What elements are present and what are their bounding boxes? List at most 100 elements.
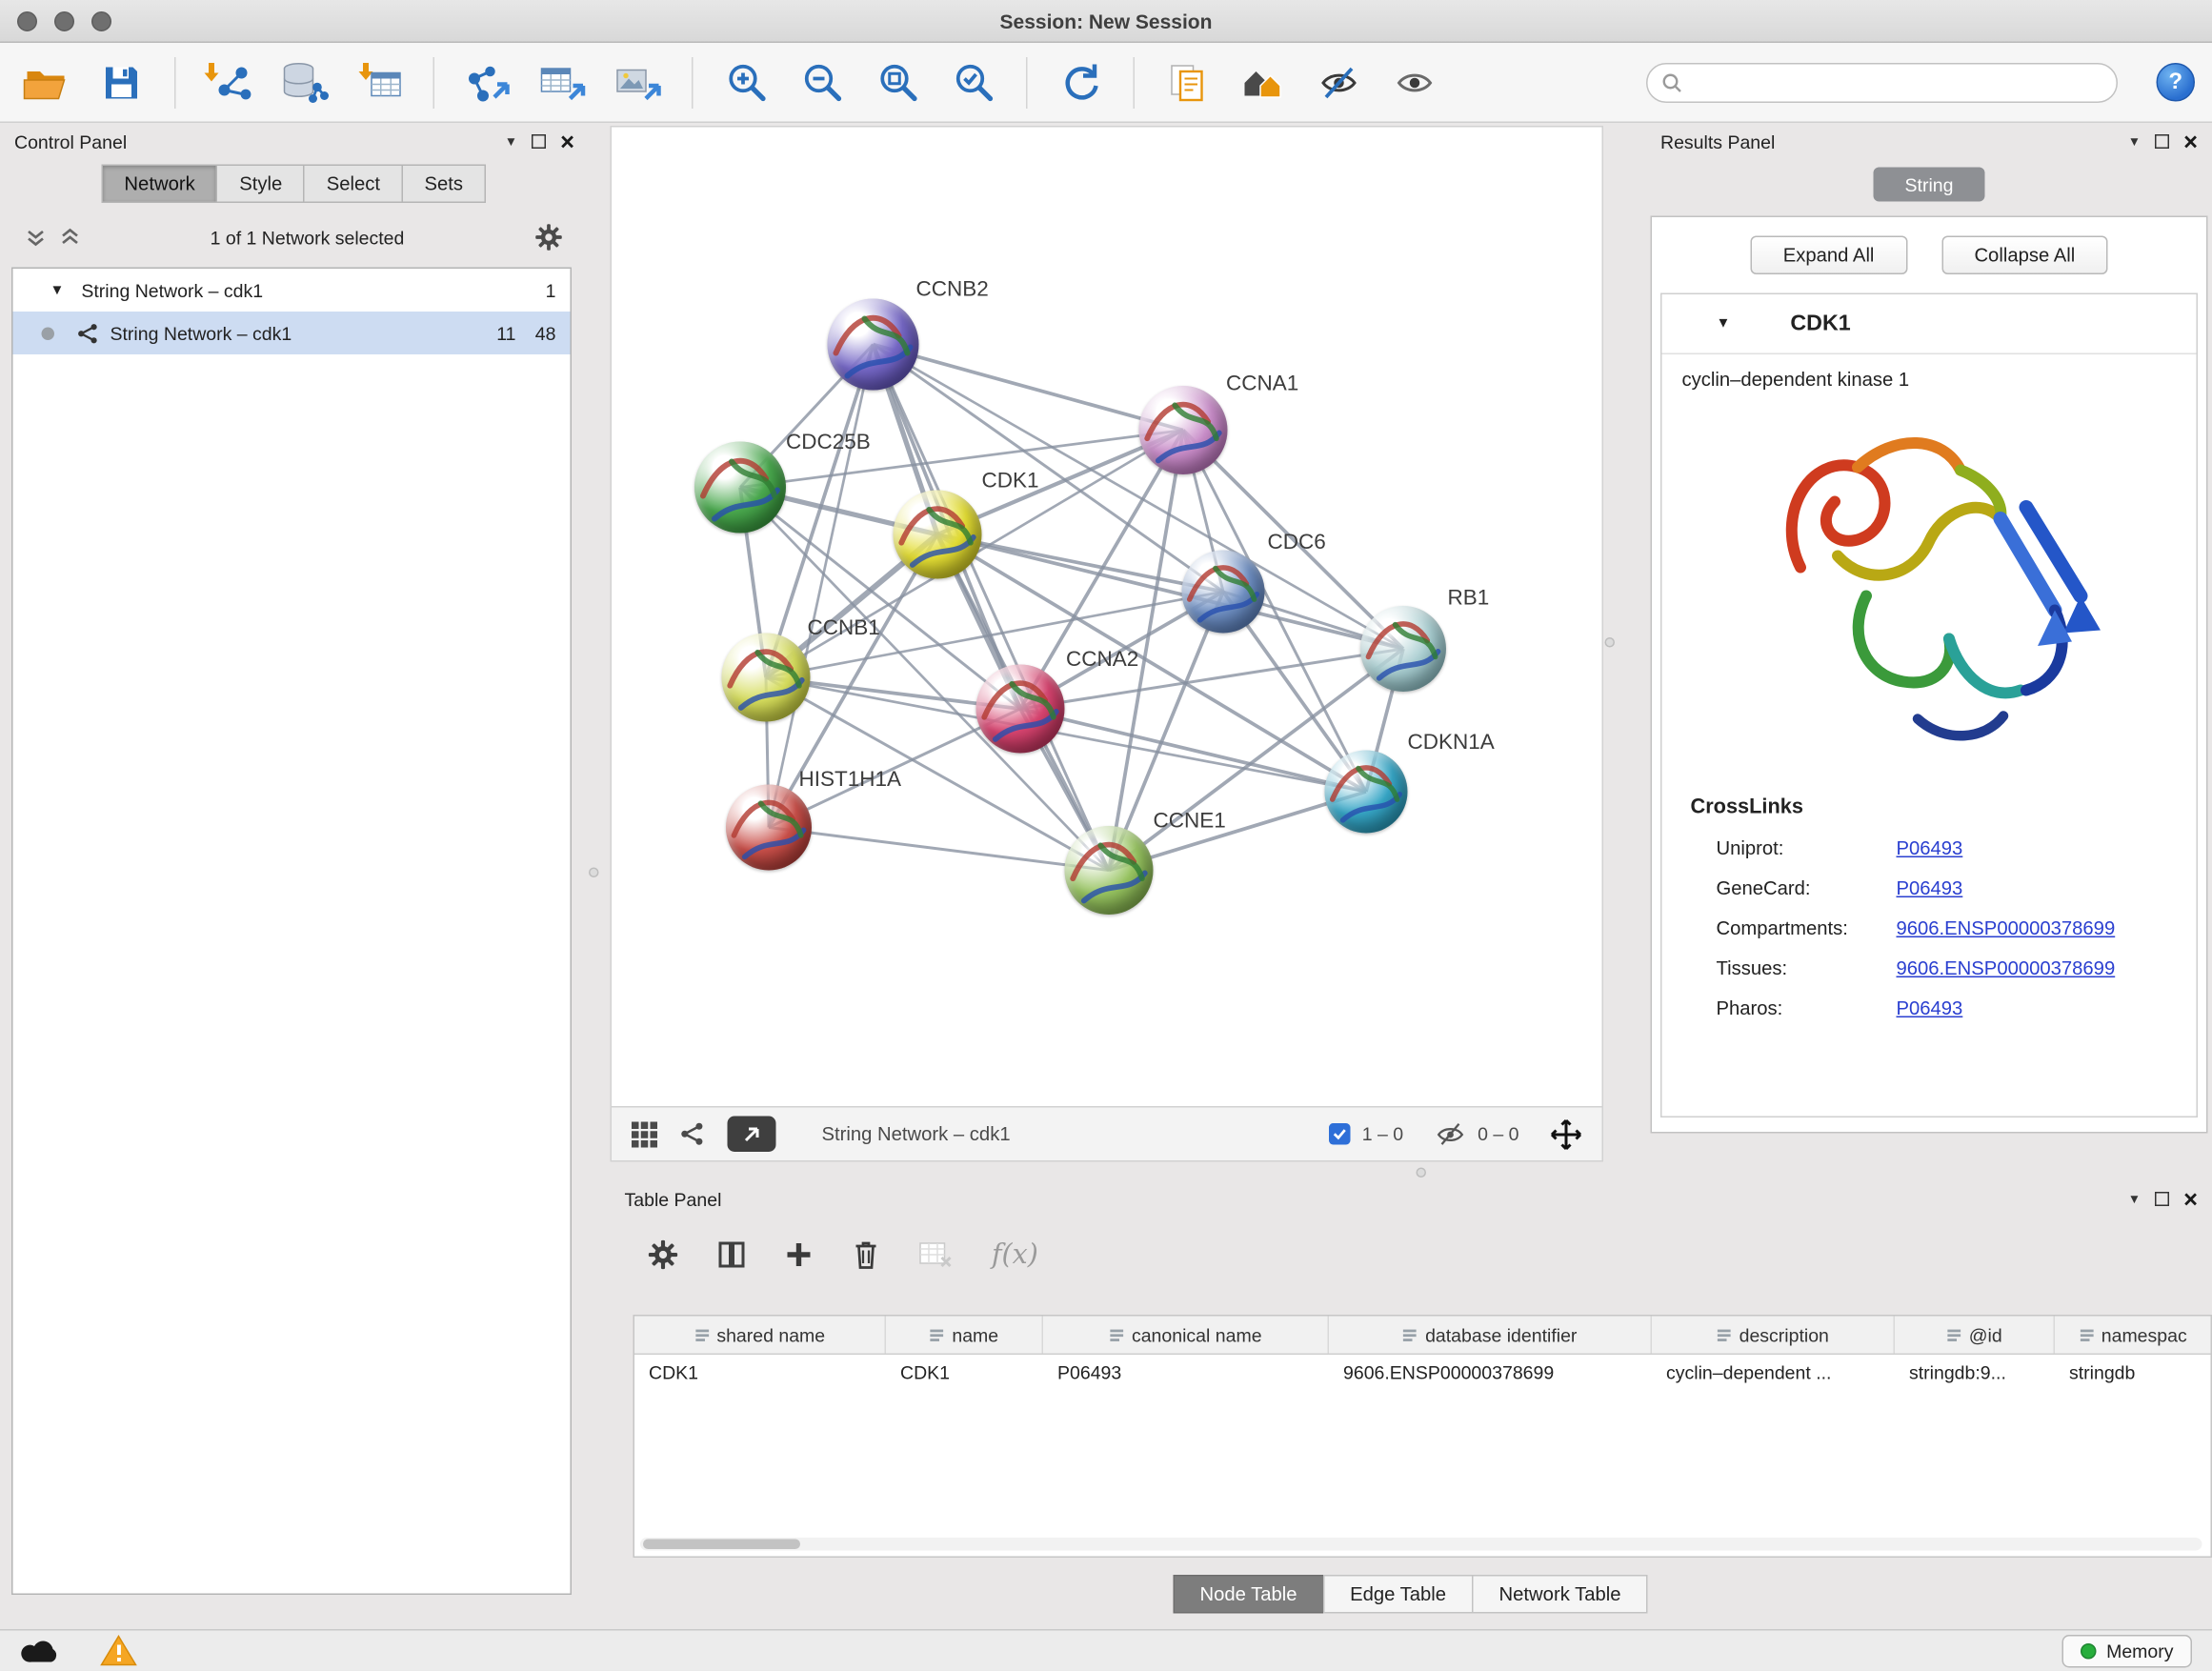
network-node-ccna2[interactable] (976, 665, 1065, 754)
export-table-button[interactable] (534, 53, 592, 111)
expand-all-icon[interactable] (60, 228, 80, 248)
network-node-cdc6[interactable] (1182, 551, 1265, 634)
show-details-button[interactable] (1386, 53, 1443, 111)
network-node-cdc25b[interactable] (694, 442, 786, 534)
home-button[interactable] (1235, 53, 1292, 111)
open-session-button[interactable] (17, 53, 74, 111)
splitter-handle[interactable] (1605, 637, 1616, 648)
column-header-namespac[interactable]: namespac (2055, 1317, 2211, 1354)
panel-menu-icon[interactable]: ▼ (505, 135, 517, 149)
crosslink-tissues-link[interactable]: 9606.ENSP00000378699 (1897, 957, 2116, 979)
tab-network[interactable]: Network (101, 165, 217, 204)
crosslink-uniprot-link[interactable]: P06493 (1897, 837, 1963, 859)
network-node-ccna1[interactable] (1139, 386, 1228, 474)
column-header-name[interactable]: name (886, 1317, 1043, 1354)
network-node-cdk1[interactable] (894, 491, 982, 579)
grid-view-icon[interactable] (632, 1121, 657, 1147)
table-settings-gear-icon[interactable] (648, 1239, 679, 1271)
tab-string[interactable]: String (1874, 168, 1985, 202)
network-node-cdkn1a[interactable] (1325, 751, 1408, 834)
memory-button[interactable]: Memory (2062, 1635, 2192, 1668)
table-cell[interactable]: CDK1 (634, 1355, 886, 1392)
search-input[interactable] (1691, 71, 2102, 93)
network-node-ccnb1[interactable] (722, 634, 811, 722)
collapse-all-icon[interactable] (26, 228, 46, 248)
tab-select[interactable]: Select (304, 165, 403, 204)
warning-icon[interactable] (100, 1635, 137, 1666)
network-tree-item[interactable]: String Network – cdk1 11 48 (13, 312, 571, 354)
network-node-ccnb2[interactable] (828, 299, 919, 391)
table-cell[interactable]: CDK1 (886, 1355, 1043, 1392)
network-node-hist1h1a[interactable] (726, 785, 812, 871)
expand-all-button[interactable]: Expand All (1750, 236, 1907, 275)
splitter-handle[interactable] (1417, 1168, 1427, 1178)
tab-edge-table[interactable]: Edge Table (1323, 1575, 1474, 1614)
export-image-button[interactable] (611, 53, 668, 111)
panel-close-icon[interactable]: × (2183, 130, 2198, 154)
save-session-button[interactable] (93, 53, 151, 111)
horizontal-scrollbar[interactable] (640, 1538, 2202, 1551)
table-cell[interactable]: stringdb (2055, 1355, 2211, 1392)
crosslink-compartments-link[interactable]: 9606.ENSP00000378699 (1897, 917, 2116, 939)
close-window-button[interactable] (17, 11, 37, 31)
panel-float-icon[interactable] (532, 134, 546, 149)
collapse-all-button[interactable]: Collapse All (1941, 236, 2108, 275)
network-canvas[interactable]: CCNB2CCNA1CDC25BCDK1CDC6RB1CCNB1CCNA2CDK… (611, 126, 1604, 1108)
zoom-window-button[interactable] (91, 11, 111, 31)
crosslink-pharos-link[interactable]: P06493 (1897, 997, 1963, 1019)
table-row[interactable]: CDK1CDK1P064939606.ENSP00000378699cyclin… (634, 1355, 2211, 1392)
import-network-from-database-button[interactable] (276, 53, 333, 111)
scrollbar-thumb[interactable] (643, 1540, 800, 1550)
panel-close-icon[interactable]: × (2183, 1187, 2198, 1212)
network-node-ccne1[interactable] (1065, 826, 1154, 915)
panel-menu-icon[interactable]: ▼ (2128, 1193, 2141, 1206)
tab-network-table[interactable]: Network Table (1472, 1575, 1648, 1614)
documents-button[interactable] (1159, 53, 1217, 111)
export-network-button[interactable] (459, 53, 516, 111)
panel-menu-icon[interactable]: ▼ (2128, 135, 2141, 149)
minimize-window-button[interactable] (54, 11, 74, 31)
add-column-icon[interactable] (785, 1240, 814, 1269)
table-cell[interactable]: stringdb:9... (1895, 1355, 2055, 1392)
node-selection-checkbox[interactable] (1329, 1123, 1351, 1145)
panel-close-icon[interactable]: × (560, 130, 574, 154)
help-button[interactable]: ? (2157, 63, 2196, 102)
import-table-button[interactable] (352, 53, 409, 111)
network-options-gear-icon[interactable] (534, 223, 563, 252)
table-cell[interactable]: cyclin–dependent ... (1652, 1355, 1895, 1392)
import-network-from-file-button[interactable] (200, 53, 257, 111)
birdseye-view-button[interactable] (728, 1117, 776, 1153)
tab-style[interactable]: Style (216, 165, 305, 204)
collection-disclosure-icon[interactable]: ▼ (50, 282, 65, 298)
gene-section-header[interactable]: ▼ CDK1 (1662, 294, 2197, 354)
table-cell[interactable]: 9606.ENSP00000378699 (1329, 1355, 1652, 1392)
network-collection-row[interactable]: ▼ String Network – cdk1 1 (13, 269, 571, 312)
hidden-eye-slash-icon[interactable] (1435, 1121, 1466, 1147)
column-header-shared-name[interactable]: shared name (634, 1317, 886, 1354)
section-disclosure-icon[interactable]: ▼ (1717, 316, 1731, 332)
refresh-view-button[interactable] (1052, 53, 1109, 111)
crosslink-genecard-link[interactable]: P06493 (1897, 877, 1963, 899)
zoom-selected-button[interactable] (945, 53, 1002, 111)
hide-details-button[interactable] (1311, 53, 1368, 111)
column-header-database-identifier[interactable]: database identifier (1329, 1317, 1652, 1354)
cloud-icon[interactable] (20, 1637, 63, 1665)
column-header--id[interactable]: @id (1895, 1317, 2055, 1354)
panel-float-icon[interactable] (2155, 1192, 2169, 1206)
column-header-canonical-name[interactable]: canonical name (1043, 1317, 1329, 1354)
network-node-rb1[interactable] (1360, 606, 1446, 692)
zoom-fit-button[interactable] (869, 53, 926, 111)
delete-column-trash-icon[interactable] (852, 1239, 880, 1271)
share-network-icon[interactable] (680, 1122, 705, 1147)
pan-crosshair-icon[interactable] (1551, 1118, 1582, 1150)
panel-float-icon[interactable] (2155, 134, 2169, 149)
table-cell[interactable]: P06493 (1043, 1355, 1329, 1392)
tab-node-table[interactable]: Node Table (1173, 1575, 1324, 1614)
show-columns-icon[interactable] (717, 1240, 746, 1269)
zoom-out-button[interactable] (794, 53, 851, 111)
column-header-description[interactable]: description (1652, 1317, 1895, 1354)
function-builder-button[interactable]: f(x) (992, 1239, 1038, 1271)
tab-sets[interactable]: Sets (402, 165, 487, 204)
splitter-handle[interactable] (589, 868, 599, 878)
zoom-in-button[interactable] (717, 53, 774, 111)
